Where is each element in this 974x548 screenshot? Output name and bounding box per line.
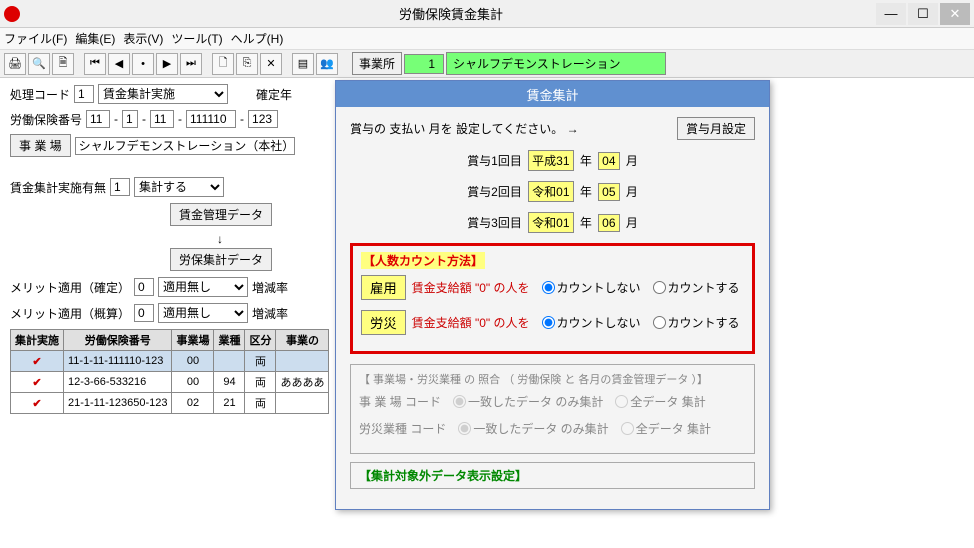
proc-select[interactable]: 賃金集計実施	[98, 84, 228, 104]
merit-g-label: メリット適用（概算）	[10, 305, 130, 322]
list-icon[interactable]: ▤	[292, 53, 314, 75]
ind-match-only[interactable]: 一致したデータ のみ集計	[458, 420, 608, 437]
acc-count-no[interactable]: カウントしない	[542, 314, 641, 331]
app-icon	[4, 6, 20, 22]
ins-no-5[interactable]	[248, 110, 278, 128]
delete-icon[interactable]: ✕	[260, 53, 282, 75]
wp-match-all[interactable]: 全データ 集計	[615, 393, 705, 410]
first-icon[interactable]: ⏮	[84, 53, 106, 75]
match-legend: 【 事業場・労災業種 の 照合 （ 労働保険 と 各月の賃金管理データ ）】	[359, 371, 746, 387]
office-label: 事業所	[352, 52, 402, 75]
aggr-flag-label: 賃金集計実施有無	[10, 179, 106, 196]
accident-button[interactable]: 労災	[361, 310, 406, 335]
maximize-button[interactable]: ☐	[908, 3, 938, 25]
acc-zero-text: 賃金支給額 "0" の人を	[412, 314, 530, 331]
merit-g-input[interactable]	[134, 304, 154, 322]
exclude-legend: 【集計対象外データ表示設定】	[359, 469, 527, 483]
merit-k-label: メリット適用（確定）	[10, 279, 130, 296]
minimize-button[interactable]: —	[876, 3, 906, 25]
wp-match-only[interactable]: 一致したデータ のみ集計	[453, 393, 603, 410]
exclude-box: 【集計対象外データ表示設定】	[350, 462, 755, 489]
preview-icon[interactable]: 🔍	[28, 53, 50, 75]
bonus-row: 賞与2回目 令和01年 05月	[350, 181, 755, 202]
office-name[interactable]: シャルフデモンストレーション	[446, 52, 666, 75]
bonus-row: 賞与3回目 令和01年 06月	[350, 212, 755, 233]
ind-code-label: 労災業種 コード	[359, 420, 446, 437]
th-ind: 業種	[214, 330, 245, 351]
th-chk: 集計実施	[11, 330, 64, 351]
window-title: 労働保険賃金集計	[28, 4, 874, 23]
th-name: 事業の	[276, 330, 329, 351]
people-icon[interactable]: 👥	[316, 53, 338, 75]
dialog-title: 賃金集計	[336, 81, 769, 107]
close-button[interactable]: ✕	[940, 3, 970, 25]
copy-icon[interactable]: ⎘	[236, 53, 258, 75]
ins-no-1[interactable]	[86, 110, 110, 128]
next-icon[interactable]: ▶	[156, 53, 178, 75]
stop-icon[interactable]: •	[132, 53, 154, 75]
menu-view[interactable]: 表示(V)	[123, 30, 163, 47]
employment-button[interactable]: 雇用	[361, 275, 406, 300]
mgmt-data-button[interactable]: 賃金管理データ	[170, 203, 272, 226]
wp-code-label: 事 業 場 コード	[359, 393, 441, 410]
acc-count-yes[interactable]: カウントする	[653, 314, 740, 331]
emp-count-no[interactable]: カウントしない	[542, 279, 641, 296]
rate-label-2: 増減率	[252, 305, 288, 322]
rate-label-1: 増減率	[252, 279, 288, 296]
arrow-down-icon: ↓	[210, 232, 230, 246]
menu-tool[interactable]: ツール(T)	[171, 30, 222, 47]
match-box: 【 事業場・労災業種 の 照合 （ 労働保険 と 各月の賃金管理データ ）】 事…	[350, 364, 755, 454]
emp-zero-text: 賃金支給額 "0" の人を	[412, 279, 530, 296]
count-legend: 【人数カウント方法】	[361, 252, 485, 269]
workplace-name[interactable]	[75, 137, 295, 155]
th-cls: 区分	[245, 330, 276, 351]
ins-no-3[interactable]	[150, 110, 174, 128]
th-no: 労働保険番号	[64, 330, 172, 351]
doc-icon[interactable]: 🗎	[52, 53, 74, 75]
count-method-box: 【人数カウント方法】 雇用 賃金支給額 "0" の人を カウントしない カウント…	[350, 243, 755, 354]
aggr-data-button[interactable]: 労保集計データ	[170, 248, 272, 271]
ins-no-2[interactable]	[122, 110, 138, 128]
merit-k-select[interactable]: 適用無し	[158, 277, 248, 297]
bonus-row: 賞与1回目 平成31年 04月	[350, 150, 755, 171]
proc-code-input[interactable]	[74, 85, 94, 103]
ind-match-all[interactable]: 全データ 集計	[621, 420, 711, 437]
workplace-button[interactable]: 事 業 場	[10, 134, 71, 157]
ins-no-4[interactable]	[186, 110, 236, 128]
menu-help[interactable]: ヘルプ(H)	[231, 30, 284, 47]
menu-file[interactable]: ファイル(F)	[4, 30, 67, 47]
th-wp: 事業場	[172, 330, 214, 351]
kakutei-label: 確定年	[256, 86, 292, 103]
bonus-month-button[interactable]: 賞与月設定	[677, 117, 755, 140]
table-row[interactable]: ✔11-1-11-111110-12300両	[11, 351, 329, 372]
insurance-no-label: 労働保険番号	[10, 111, 82, 128]
wage-aggregate-dialog: 賃金集計 賞与の 支払い 月を 設定してください。 → 賞与月設定 賞与1回目 …	[335, 80, 770, 510]
insurance-table: 集計実施 労働保険番号 事業場 業種 区分 事業の ✔11-1-11-11111…	[10, 329, 329, 414]
print-icon[interactable]: 🖨	[4, 53, 26, 75]
prev-icon[interactable]: ◀	[108, 53, 130, 75]
menu-edit[interactable]: 編集(E)	[75, 30, 115, 47]
proc-code-label: 処理コード	[10, 86, 70, 103]
table-row[interactable]: ✔12-3-66-5332160094両ああああ	[11, 372, 329, 393]
table-row[interactable]: ✔21-1-11-123650-1230221両	[11, 393, 329, 414]
new-icon[interactable]: 🗋	[212, 53, 234, 75]
aggr-flag-input[interactable]	[110, 178, 130, 196]
last-icon[interactable]: ⏭	[180, 53, 202, 75]
aggr-select[interactable]: 集計する	[134, 177, 224, 197]
office-number[interactable]: 1	[404, 54, 444, 74]
merit-k-input[interactable]	[134, 278, 154, 296]
bonus-prompt: 賞与の 支払い 月を 設定してください。 →	[350, 120, 579, 137]
emp-count-yes[interactable]: カウントする	[653, 279, 740, 296]
merit-g-select[interactable]: 適用無し	[158, 303, 248, 323]
